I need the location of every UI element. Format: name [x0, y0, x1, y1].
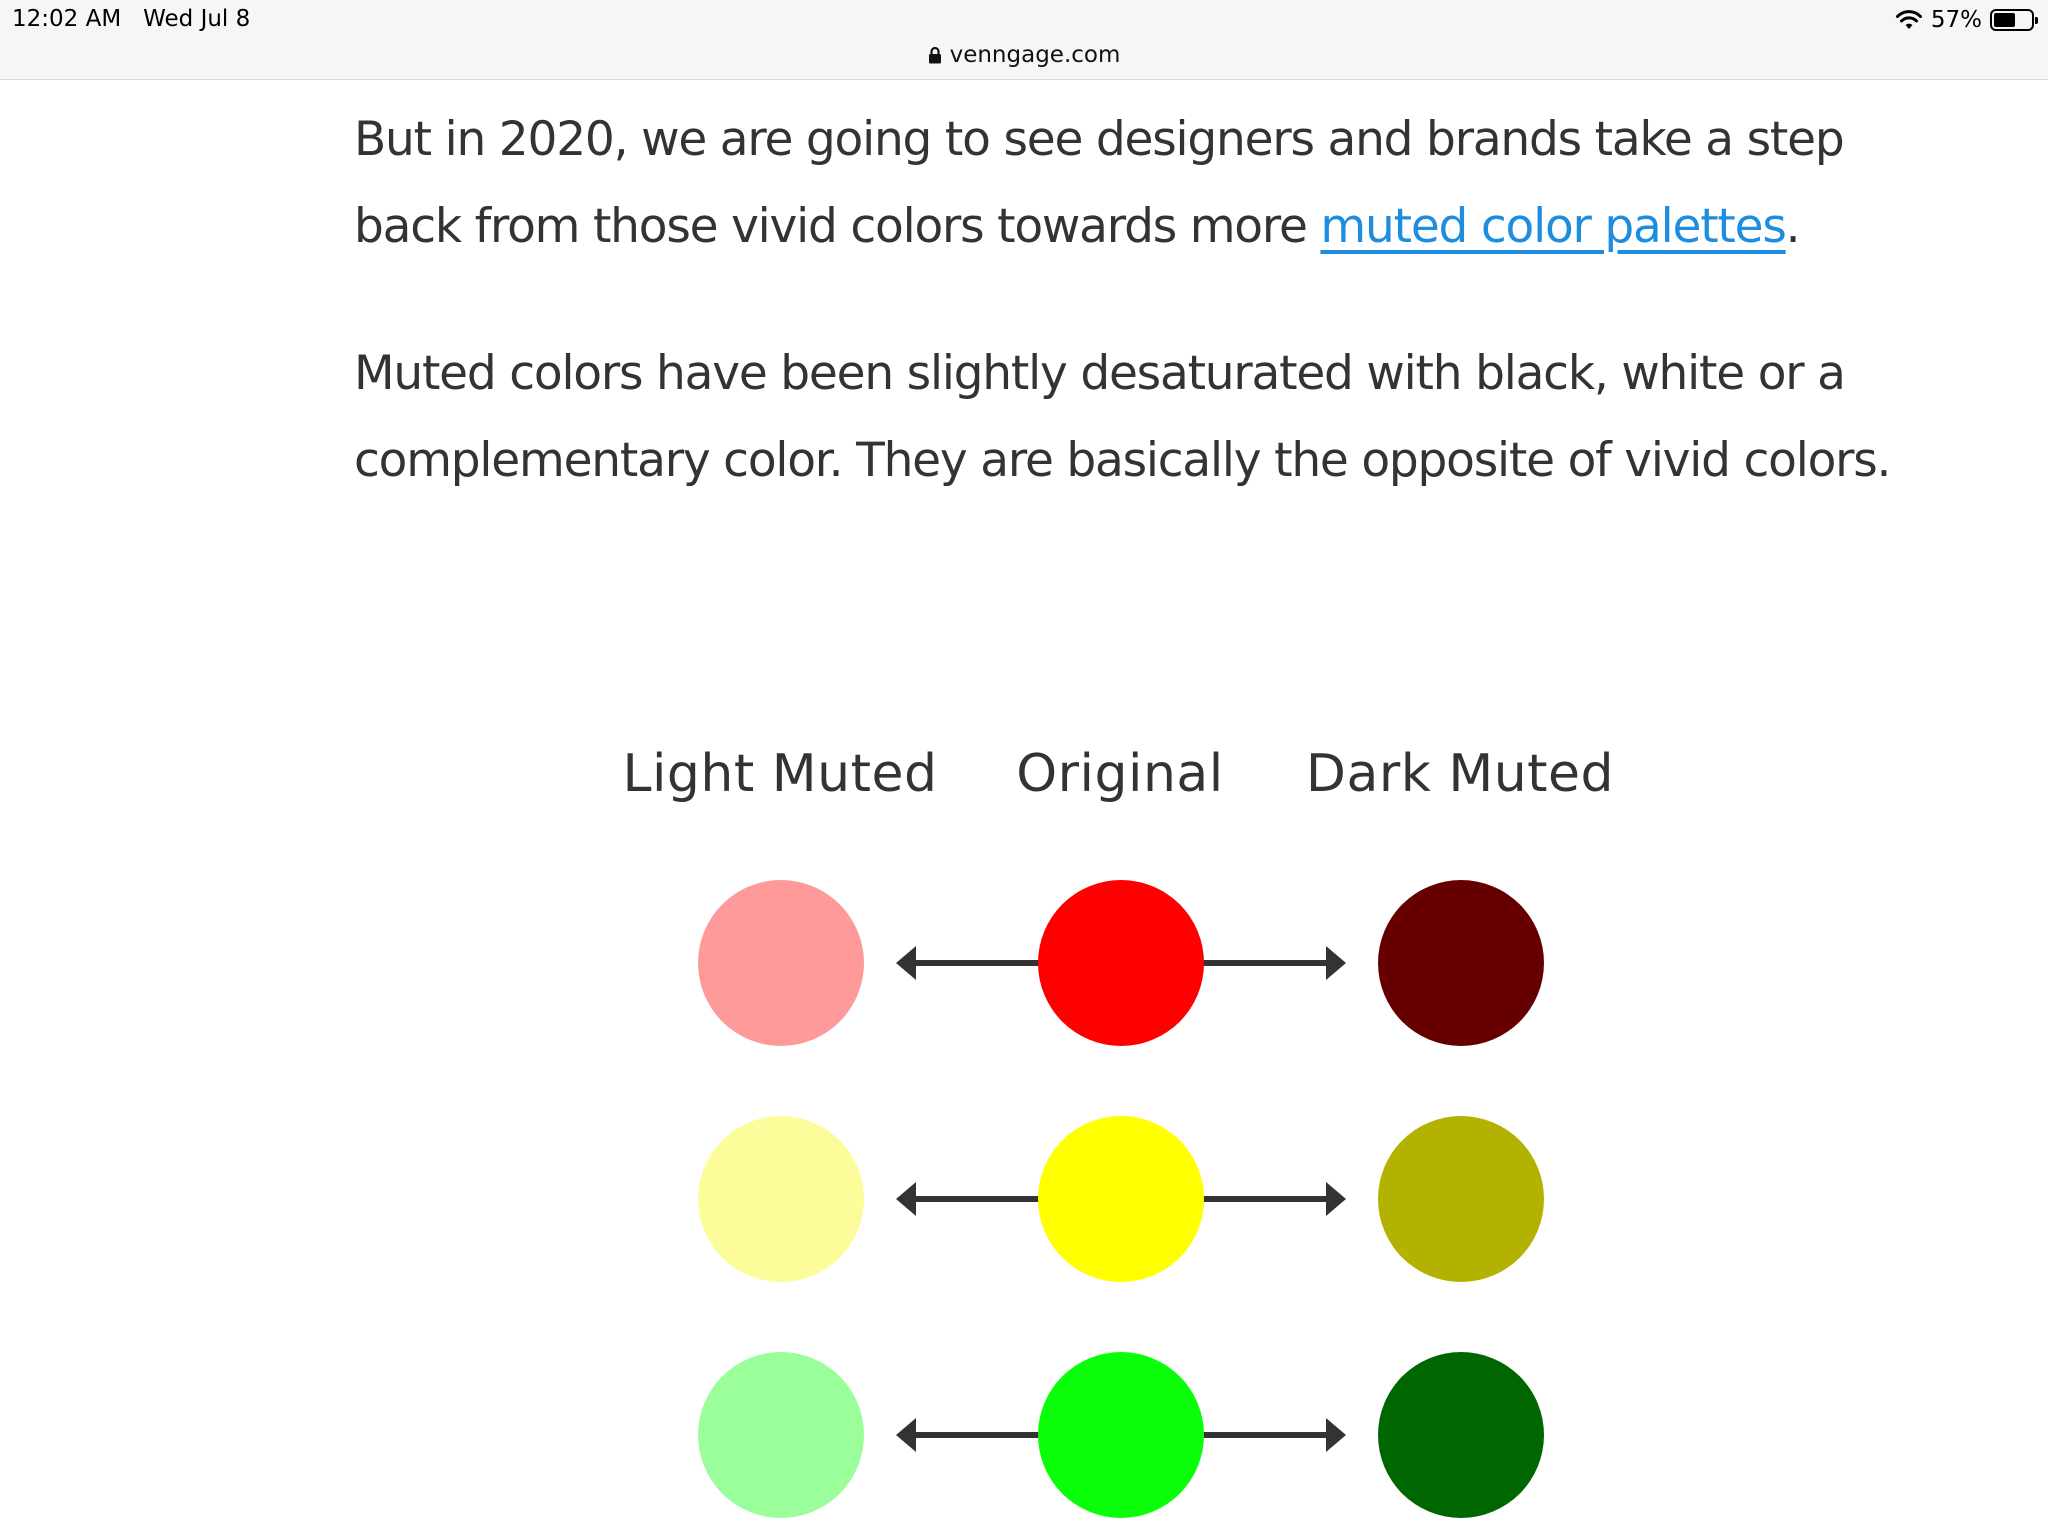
arrow-head-right — [1326, 1418, 1346, 1452]
color-circle-light-muted — [698, 1352, 864, 1518]
arrow-head-right — [1326, 946, 1346, 980]
battery-percent: 57% — [1930, 7, 1982, 33]
status-bar: 12:02 AM Wed Jul 8 57% venngage.com — [0, 0, 2048, 80]
arrow-head-right — [1326, 1182, 1346, 1216]
arrow-head-left — [896, 946, 916, 980]
wifi-icon — [1895, 10, 1922, 29]
article-body: But in 2020, we are going to see designe… — [354, 96, 1894, 564]
url-text[interactable]: venngage.com — [950, 42, 1121, 68]
color-circle-dark-muted — [1378, 1116, 1544, 1282]
color-circle-dark-muted — [1378, 880, 1544, 1046]
article-paragraph-1: But in 2020, we are going to see designe… — [354, 96, 1894, 270]
address-bar[interactable]: venngage.com — [0, 40, 2048, 70]
status-time: 12:02 AM — [12, 6, 122, 32]
color-circle-original — [1038, 1116, 1204, 1282]
color-circle-light-muted — [698, 880, 864, 1046]
arrow-head-left — [896, 1418, 916, 1452]
color-circle-dark-muted — [1378, 1352, 1544, 1518]
battery-icon — [1990, 9, 2038, 31]
arrow-head-left — [896, 1182, 916, 1216]
status-time-date: 12:02 AM Wed Jul 8 — [12, 6, 250, 32]
status-indicators: 57% — [1895, 5, 2038, 35]
battery-level — [1994, 13, 2015, 27]
muted-colors-infographic: Light Muted Original Dark Muted — [600, 720, 1660, 1536]
color-circle-light-muted — [698, 1116, 864, 1282]
status-date: Wed Jul 8 — [143, 6, 251, 32]
paragraph-1-period: . — [1785, 199, 1801, 254]
article-paragraph-2: Muted colors have been slightly desatura… — [354, 346, 1891, 488]
lock-icon — [928, 46, 941, 64]
color-circle-original — [1038, 1352, 1204, 1518]
color-circle-original — [1038, 880, 1204, 1046]
muted-color-palettes-link[interactable]: muted color palettes — [1320, 199, 1786, 254]
